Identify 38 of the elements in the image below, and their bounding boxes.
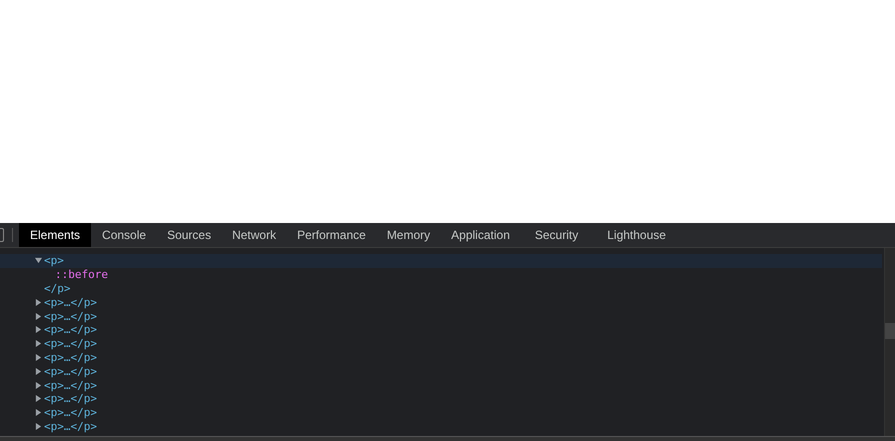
- element-tag[interactable]: <p>…</p>: [44, 310, 97, 323]
- element-tag[interactable]: <p>…</p>: [44, 350, 97, 364]
- selected-row-highlight[interactable]: <p>: [0, 254, 882, 268]
- closing-tag[interactable]: </p>: [44, 282, 70, 295]
- element-tag[interactable]: <p>…</p>: [44, 296, 97, 309]
- element-tag[interactable]: <p>…</p>: [44, 406, 97, 420]
- panel-icon[interactable]: [0, 228, 4, 242]
- expand-triangle-icon[interactable]: [35, 354, 42, 361]
- expand-triangle-icon[interactable]: [35, 422, 42, 430]
- devtools-tab[interactable]: Security: [520, 223, 592, 247]
- expand-triangle-icon[interactable]: [35, 312, 42, 320]
- element-tag[interactable]: <p>: [44, 254, 64, 268]
- devtools-tab[interactable]: Sources: [157, 223, 222, 247]
- element-tag[interactable]: <p>…</p>: [44, 323, 97, 336]
- expand-triangle-icon[interactable]: [35, 340, 42, 348]
- devtools-tab[interactable]: Console: [92, 223, 156, 247]
- scroll-thumb[interactable]: [885, 323, 895, 339]
- expand-triangle-icon[interactable]: [35, 298, 42, 306]
- devtools-tab[interactable]: Performance: [287, 223, 376, 247]
- devtools-tab[interactable]: Application: [441, 223, 520, 247]
- element-tag[interactable]: <p>…</p>: [44, 420, 97, 433]
- expand-triangle-icon[interactable]: [35, 395, 42, 402]
- expand-triangle-icon[interactable]: [35, 368, 42, 375]
- element-tag[interactable]: <p>…</p>: [44, 337, 97, 350]
- expand-triangle-icon[interactable]: [35, 326, 42, 334]
- pseudo-element[interactable]: ::before: [55, 268, 108, 282]
- vertical-scrollbar[interactable]: [884, 248, 895, 436]
- devtools-tab[interactable]: Network: [222, 223, 286, 247]
- expand-triangle-icon[interactable]: [35, 257, 42, 264]
- expand-triangle-icon[interactable]: [35, 409, 42, 416]
- element-tag[interactable]: <p>…</p>: [44, 392, 97, 406]
- expand-triangle-icon[interactable]: [35, 382, 42, 389]
- devtools-tab[interactable]: Elements: [19, 223, 92, 247]
- horizontal-scrollbar[interactable]: [0, 436, 895, 441]
- element-tag[interactable]: <p>…</p>: [44, 364, 97, 378]
- devtools-tab[interactable]: Memory: [376, 223, 440, 247]
- devtools-tab[interactable]: Lighthouse: [593, 223, 680, 247]
- element-tag[interactable]: <p>…</p>: [44, 378, 97, 392]
